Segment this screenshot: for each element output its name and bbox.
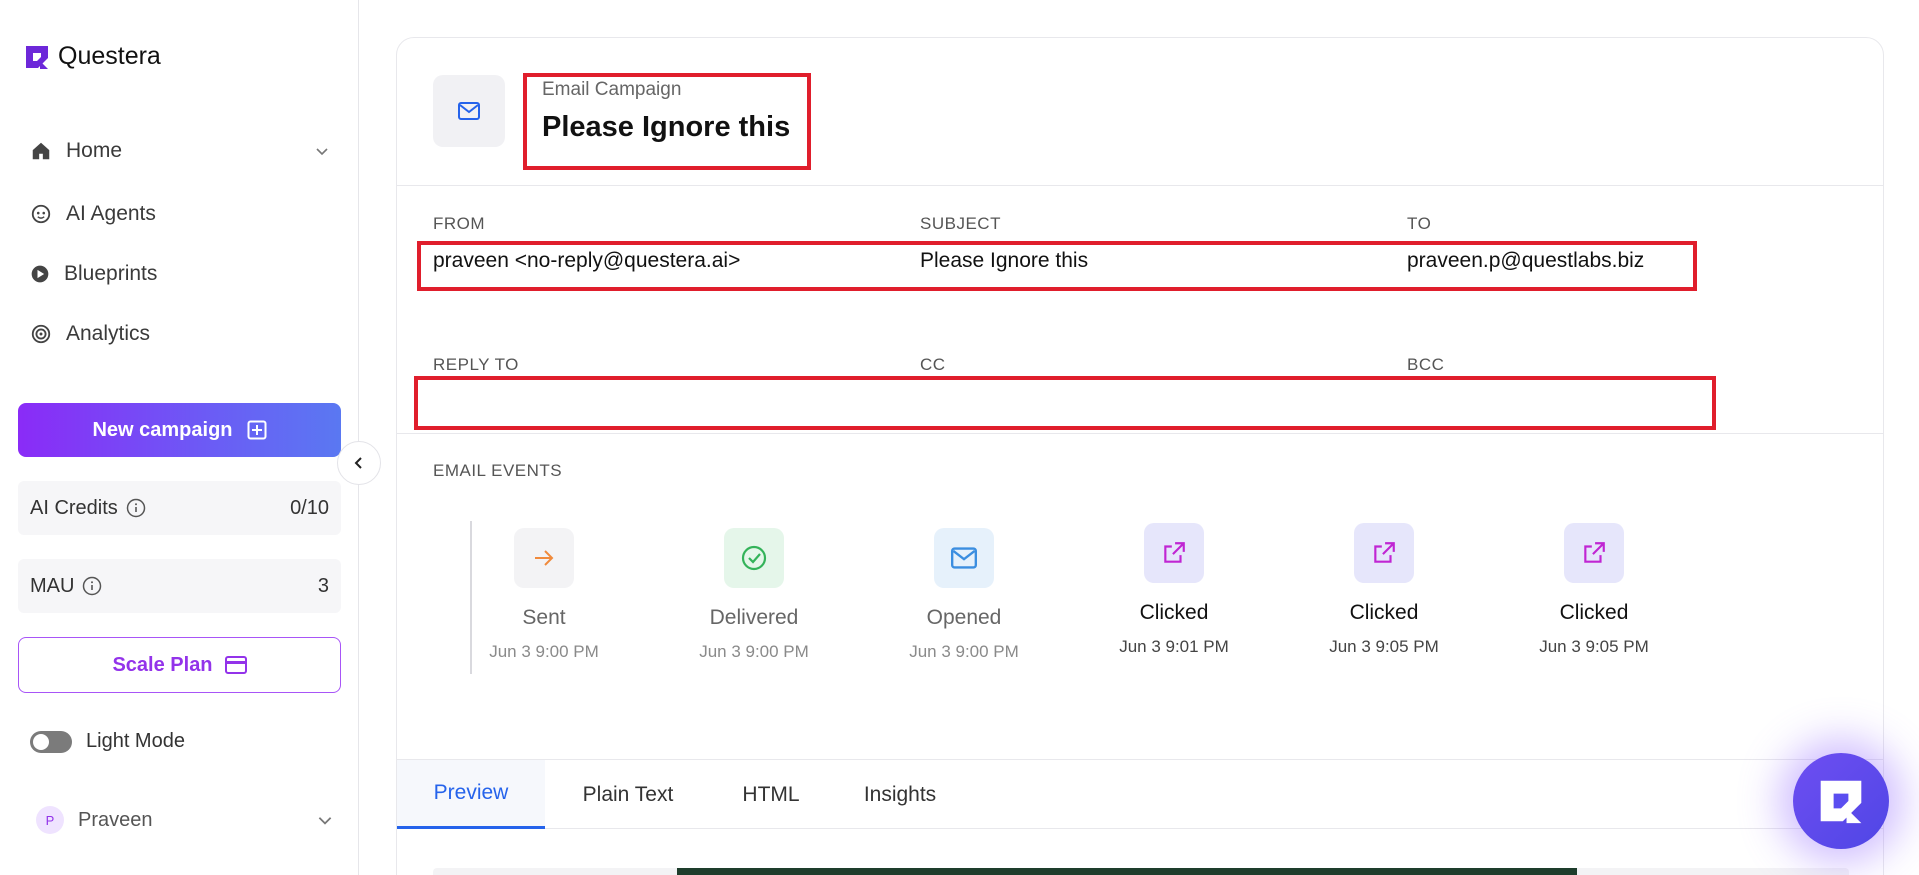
chevron-left-icon [354,457,362,469]
event-sent: Sent Jun 3 9:00 PM [444,528,644,662]
event-name: Sent [522,606,566,629]
ai-credits-label: AI Credits [30,496,118,519]
sidebar-item-ai-agents[interactable]: AI Agents [30,194,330,234]
event-clicked: Clicked Jun 3 9:01 PM [1074,523,1274,657]
chevron-down-icon[interactable] [316,811,334,829]
event-time: Jun 3 9:05 PM [1329,637,1439,656]
ai-credits-value: 0/10 [290,496,329,519]
collapse-sidebar-button[interactable] [337,441,381,485]
ai-credits-box: AI Credits 0/10 [18,481,341,535]
to-label: TO [1407,214,1432,233]
light-mode-toggle[interactable] [30,730,72,753]
page-title: Please Ignore this [542,111,791,143]
divider [397,433,1883,434]
event-time: Jun 3 9:00 PM [489,642,599,661]
brand-name: Questera [58,42,161,70]
from-value: praveen <no-reply@questera.ai> [433,249,741,272]
arrow-right-icon [514,528,574,588]
to-value: praveen.p@questlabs.biz [1407,249,1645,272]
mau-label: MAU [30,574,75,597]
external-link-icon [1144,523,1204,583]
event-time: Jun 3 9:00 PM [909,642,1019,661]
questera-logo-icon [1820,780,1862,824]
bcc-label: BCC [1407,355,1445,374]
external-link-icon [1564,523,1624,583]
content-tabs: Preview Plain Text HTML Insights [397,759,1883,829]
email-events-label: EMAIL EVENTS [433,461,563,480]
tab-html[interactable]: HTML [711,760,831,829]
cc-label: CC [920,355,946,374]
campaign-type-label: Email Campaign [542,79,682,100]
sidebar-item-label: Home [66,139,123,162]
event-name: Delivered [709,606,799,629]
event-name: Clicked [1559,601,1629,624]
event-clicked: Clicked Jun 3 9:05 PM [1284,523,1484,657]
user-name: Praveen [78,808,153,831]
sidebar-item-label: AI Agents [66,202,156,225]
user-menu[interactable]: P Praveen [36,806,334,834]
mau-value: 3 [317,574,329,597]
tab-plain-text[interactable]: Plain Text [545,760,711,829]
chevron-down-icon[interactable] [314,143,330,159]
event-time: Jun 3 9:00 PM [699,642,809,661]
blueprint-icon [31,265,49,283]
questera-logo-icon [26,45,48,69]
campaign-type-badge [433,75,505,147]
reply-to-label: REPLY TO [433,355,519,374]
preview-banner [677,868,1577,875]
info-icon[interactable] [82,576,102,596]
info-icon[interactable] [126,498,146,518]
event-time: Jun 3 9:01 PM [1119,637,1229,656]
chat-assistant-button[interactable] [1793,753,1889,849]
sidebar: Questera Home AI Agents Blueprints Analy… [0,0,359,875]
light-mode-label: Light Mode [86,730,185,752]
avatar: P [36,806,64,834]
new-campaign-button[interactable]: New campaign [18,403,341,457]
sidebar-item-blueprints[interactable]: Blueprints [30,254,330,294]
from-label: FROM [433,214,486,233]
credit-card-icon [224,656,247,674]
light-mode-row: Light Mode [30,730,185,753]
plus-square-icon [247,420,267,440]
brand-logo[interactable]: Questera [24,42,161,71]
sidebar-item-analytics[interactable]: Analytics [30,314,330,354]
highlight-box-reply [414,376,1716,430]
external-link-icon [1354,523,1414,583]
event-name: Clicked [1349,601,1419,624]
subject-value: Please Ignore this [920,249,1089,272]
event-name: Opened [926,606,1002,629]
divider [397,185,1883,186]
tab-preview[interactable]: Preview [397,760,545,829]
home-icon [32,142,50,160]
subject-label: SUBJECT [920,214,1001,233]
event-opened: Opened Jun 3 9:00 PM [864,528,1064,662]
scale-plan-label: Scale Plan [112,653,213,676]
scale-plan-button[interactable]: Scale Plan [18,637,341,693]
new-campaign-label: New campaign [92,418,233,441]
sidebar-item-label: Analytics [66,322,151,345]
mail-icon [458,102,480,120]
sidebar-item-label: Blueprints [64,262,158,285]
mail-icon [934,528,994,588]
event-clicked: Clicked Jun 3 9:05 PM [1494,523,1694,657]
event-delivered: Delivered Jun 3 9:00 PM [654,528,854,662]
sidebar-item-home[interactable]: Home [30,131,330,171]
event-time: Jun 3 9:05 PM [1539,637,1649,656]
analytics-icon [31,324,51,344]
campaign-detail-card: Email Campaign Please Ignore this FROM S… [396,37,1884,875]
mau-box: MAU 3 [18,559,341,613]
check-circle-icon [724,528,784,588]
event-name: Clicked [1139,601,1209,624]
agent-icon [31,204,51,224]
tab-insights[interactable]: Insights [831,760,969,829]
